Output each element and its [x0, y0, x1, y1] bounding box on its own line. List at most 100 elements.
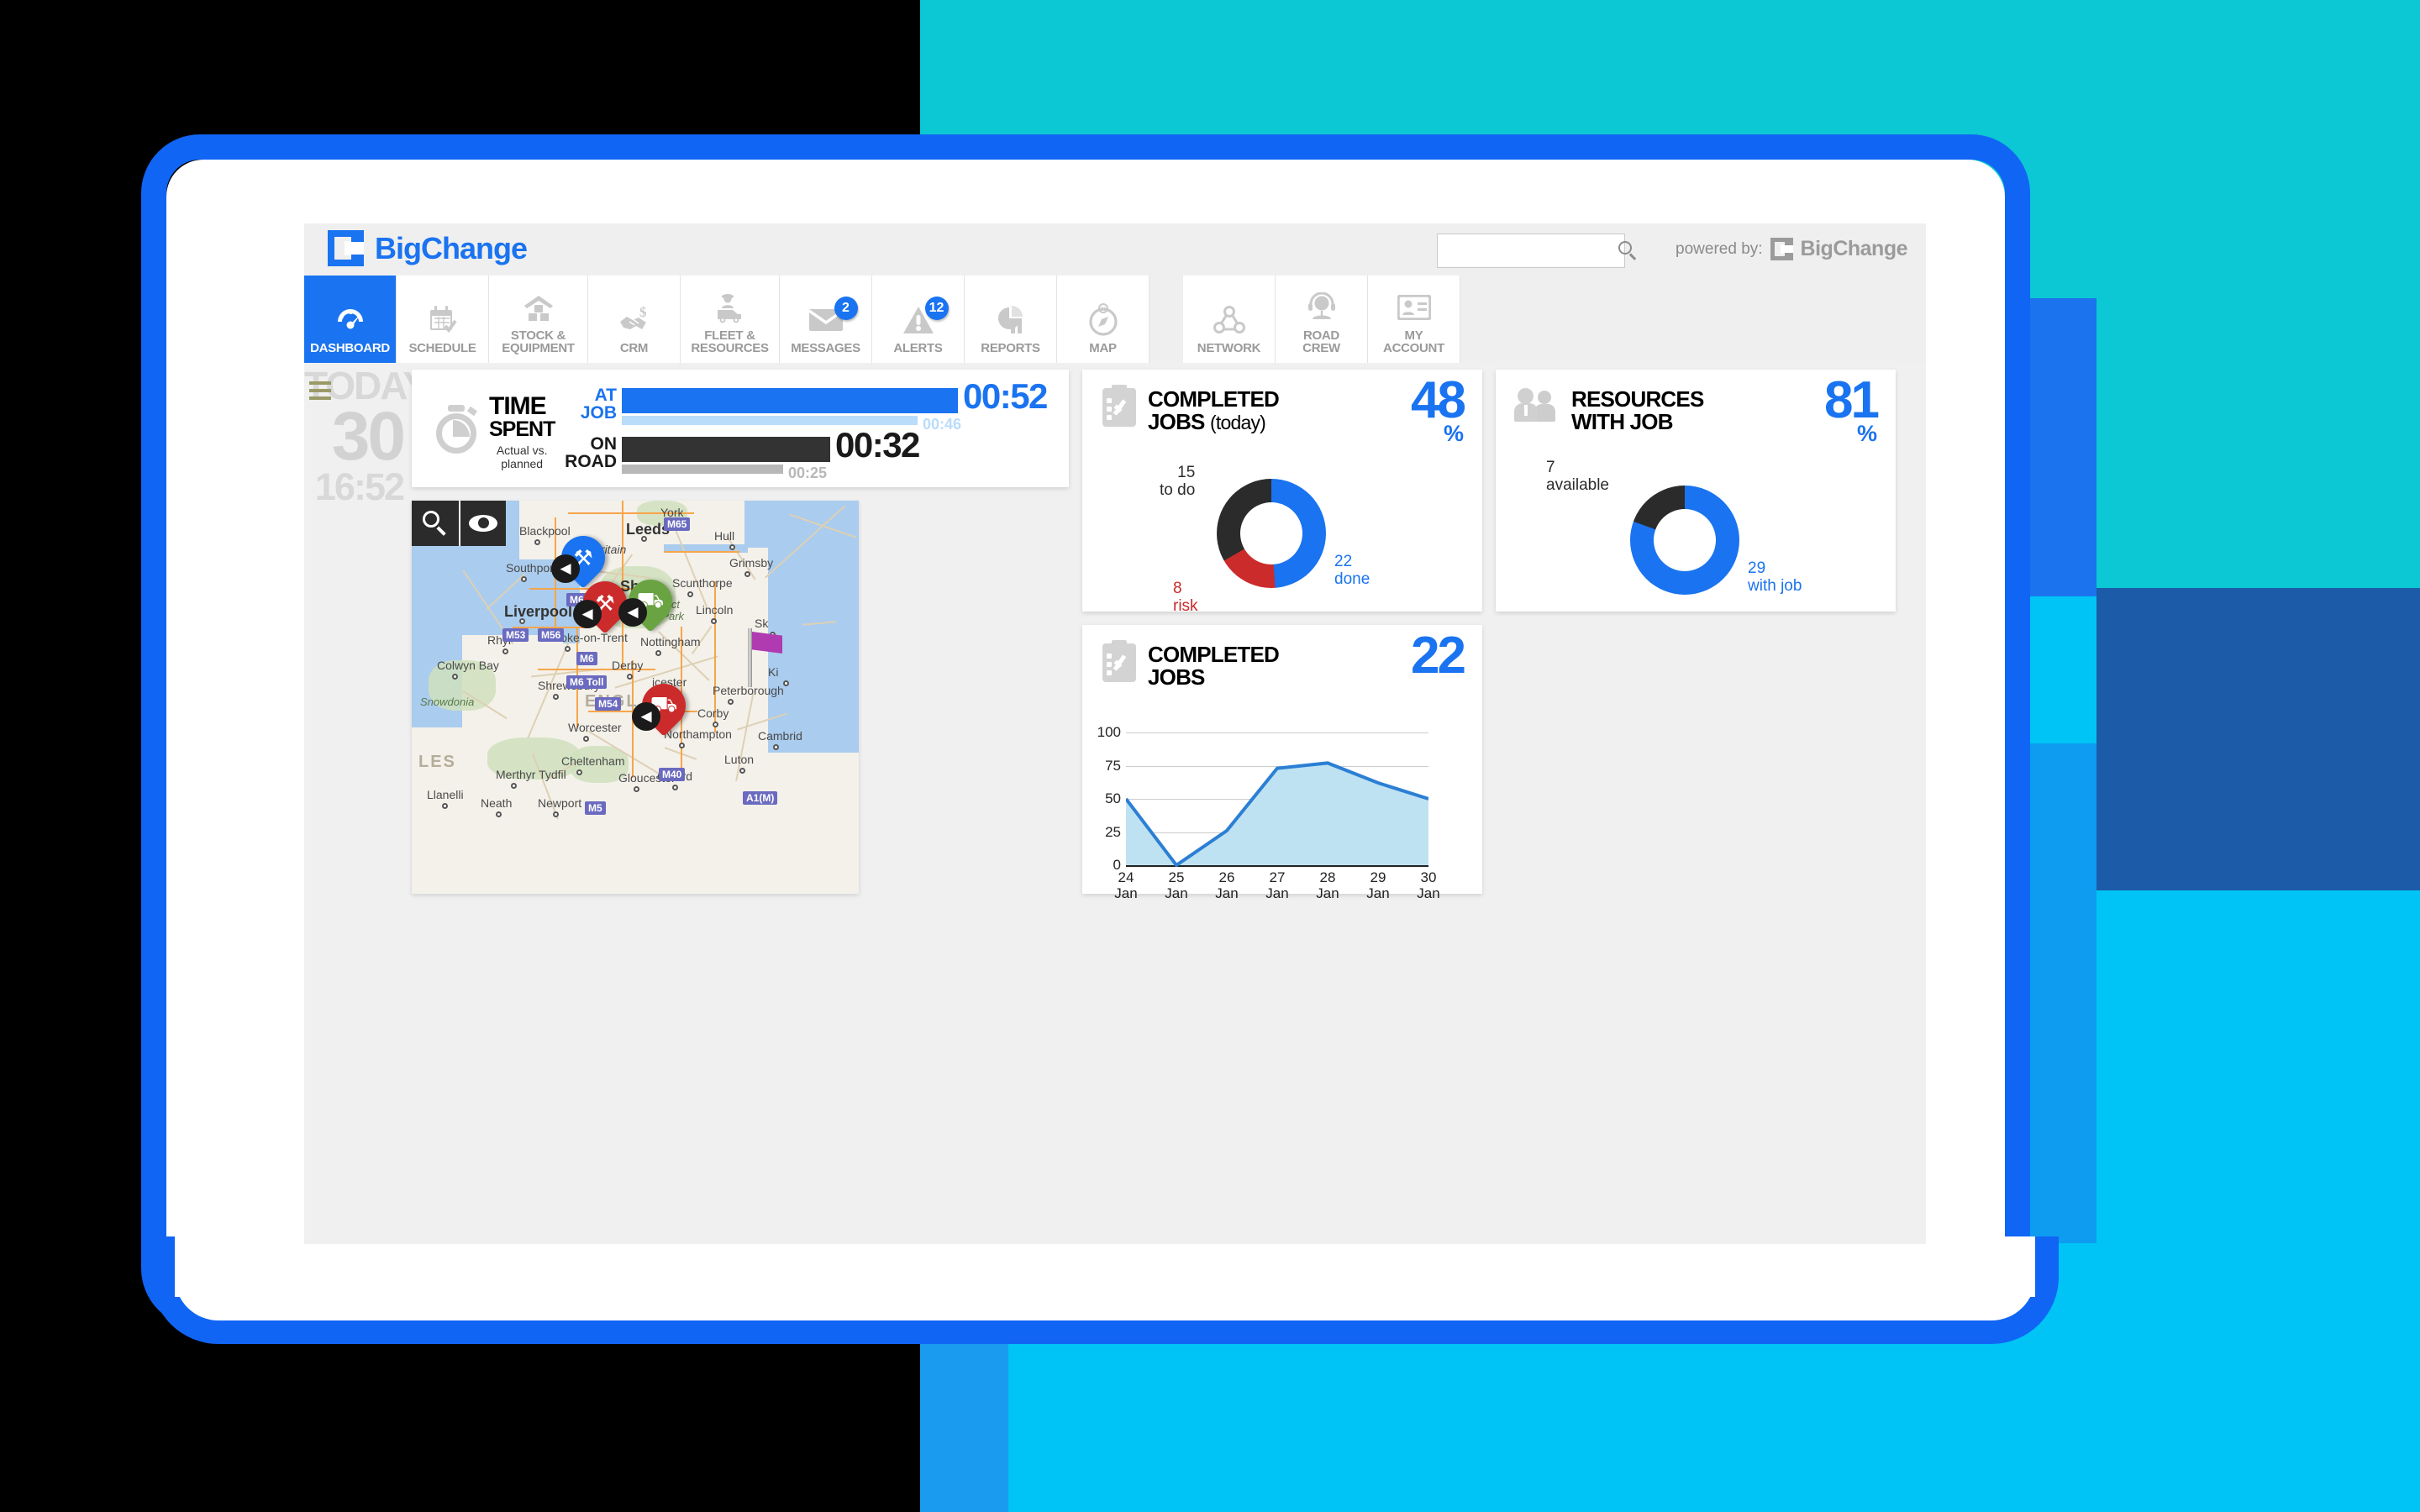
hamburger-menu-icon[interactable]: [309, 381, 331, 400]
main-navigation: DASHBOARD SCHEDULE STOCK & EQUIPMENT $ CR…: [304, 276, 1926, 376]
nav-item-label: ROAD CREW: [1302, 328, 1340, 356]
completed-jobs-today-header: COMPLETED JOBS (today): [1102, 385, 1280, 433]
time-spent-planned-bar: [622, 465, 783, 474]
map-place-label: Snowdonia: [420, 696, 475, 708]
map-place-label: Luton: [724, 753, 755, 766]
resources-with-job-percent-value: 81: [1824, 371, 1880, 429]
map-city-dot: [634, 786, 639, 792]
nav-item-crm[interactable]: $ CRM: [588, 276, 681, 363]
map-canvas[interactable]: Blackpool Southport Liverpool Rhyl Colwyn Ba…: [412, 501, 859, 894]
donut-legend-label: available: [1546, 476, 1609, 495]
application-screen: BigChange powered by: BigChange DASHBOAR…: [304, 223, 1926, 1244]
map-search-button[interactable]: [412, 501, 459, 546]
chart-area-fill: [1126, 763, 1428, 865]
chart-series: [1126, 761, 1428, 867]
flag-pole: [748, 628, 752, 687]
chart-x-tick: 27 Jan: [1265, 869, 1289, 901]
time-spent-row: ON ROAD 00:32 00:25: [561, 425, 958, 481]
eye-icon: [469, 515, 497, 532]
today-panel: TODAY 30 16:52: [304, 363, 429, 509]
map-place-label: Llanelli: [427, 788, 464, 801]
resources-with-job-percent: 81 %: [1824, 371, 1880, 445]
powered-by: powered by: BigChange: [1676, 237, 1908, 261]
map-place-label: Scunthorpe: [672, 576, 733, 590]
map-place-label: Colwyn Bay: [437, 659, 499, 672]
nav-item-network[interactable]: NETWORK: [1183, 276, 1276, 363]
global-search[interactable]: [1437, 234, 1637, 268]
warehouse-icon: [523, 289, 555, 326]
chart-x-tick: 24 Jan: [1114, 869, 1138, 901]
calendar-check-icon: [427, 302, 459, 339]
map-motorway-shield: A1(M): [743, 791, 778, 805]
donut-legend-item: 22 done: [1334, 553, 1370, 589]
nav-item-road-crew[interactable]: ROAD CREW: [1276, 276, 1368, 363]
clipboard-check-icon: [1102, 385, 1136, 427]
map-city-dot: [672, 785, 678, 790]
time-spent-widget[interactable]: TIME SPENT Actual vs. planned AT JOB 00:52…: [412, 370, 1069, 487]
map-city-dot: [679, 743, 685, 748]
map-visibility-button[interactable]: [459, 501, 506, 546]
donut-chart: [1217, 479, 1326, 588]
time-spent-planned-value: 00:46: [923, 416, 962, 433]
map-motorway-shield: M5: [585, 801, 606, 815]
map-place-label: Cambrid: [758, 729, 802, 743]
map-city-dot: [641, 536, 647, 542]
map-city-dot: [583, 736, 589, 742]
nav-item-map[interactable]: N MAP: [1057, 276, 1150, 363]
bigchange-logo-text: BigChange: [375, 230, 528, 265]
map-city-dot: [553, 694, 559, 700]
map-cursor-marker: ◀: [618, 598, 647, 627]
powered-by-logo-mark: [1770, 238, 1793, 260]
today-time: 16:52: [314, 465, 405, 509]
nav-item-alerts[interactable]: 12 ALERTS: [872, 276, 965, 363]
nav-spacer: [1150, 276, 1183, 363]
donut-legend-label: with job: [1748, 577, 1802, 596]
time-spent-subtitle-line2: planned: [501, 456, 544, 470]
time-spent-row: AT JOB 00:52 00:46: [561, 376, 1049, 433]
donut-legend-value: 22: [1334, 553, 1353, 570]
nav-item-dashboard[interactable]: DASHBOARD: [304, 276, 397, 376]
id-card-icon: [1397, 289, 1431, 326]
chart-x-tick: 26 Jan: [1215, 869, 1239, 901]
completed-jobs-trend-count: 22: [1411, 627, 1466, 685]
search-icon: [423, 511, 448, 536]
chart-icon: [995, 302, 1027, 339]
nav-item-my-account[interactable]: MY ACCOUNT: [1368, 276, 1460, 363]
chart-x-tick: 30 Jan: [1417, 869, 1440, 901]
nav-item-schedule[interactable]: SCHEDULE: [397, 276, 489, 363]
completed-jobs-today-widget[interactable]: COMPLETED JOBS (today) 48 % 15 to do 8 risk…: [1082, 370, 1482, 615]
powered-by-label: powered by:: [1676, 239, 1763, 258]
nav-item-fleet-resources[interactable]: FLEET & RESOURCES: [681, 276, 780, 363]
resources-with-job-widget[interactable]: RESOURCES WITH JOB 81 % 7 available 29 with…: [1496, 370, 1896, 612]
map-motorway-shield: M54: [595, 697, 622, 711]
blue-mid-right: [2096, 588, 2420, 890]
nav-item-reports[interactable]: REPORTS: [965, 276, 1057, 363]
map-city-dot: [739, 768, 745, 774]
completed-jobs-trend-title-line1: COMPLETED: [1148, 642, 1280, 667]
chart-x-tick: 29 Jan: [1366, 869, 1390, 901]
nav-item-messages[interactable]: 2 MESSAGES: [780, 276, 872, 363]
app-header: BigChange powered by: BigChange: [304, 223, 1926, 276]
compass-icon: N: [1086, 302, 1120, 339]
search-input[interactable]: [1438, 234, 1618, 267]
gauge-icon: [334, 302, 367, 339]
map-motorway-shield: M6: [576, 652, 597, 665]
map-controls: [412, 501, 506, 546]
chart-x-tick: 25 Jan: [1165, 869, 1188, 901]
map-city-dot: [502, 648, 508, 654]
donut-legend-item: 7 available: [1546, 459, 1609, 495]
fleet-map-widget[interactable]: Blackpool Southport Liverpool Rhyl Colwyn Ba…: [412, 501, 859, 894]
nav-item-label: STOCK & EQUIPMENT: [502, 328, 575, 356]
map-city-dot: [511, 783, 517, 789]
map-place-label: Newport: [538, 796, 582, 810]
time-spent-actual-value: 00:52: [963, 376, 1048, 416]
map-city-dot: [744, 571, 750, 577]
nav-item-stock-equipment[interactable]: STOCK & EQUIPMENT: [489, 276, 588, 363]
completed-jobs-trend-widget[interactable]: COMPLETED JOBS 22 0 25 50 75 100 24 Jan 25 Jan 26…: [1082, 625, 1482, 901]
laptop-base-inner: [175, 1236, 2035, 1297]
donut-legend-value: 15: [1177, 464, 1196, 481]
completed-jobs-trend-count-value: 22: [1411, 627, 1466, 685]
completed-jobs-today-percent-value: 48: [1411, 371, 1466, 429]
svg-text:$: $: [639, 305, 647, 320]
bigchange-logo-mark: [328, 230, 364, 266]
